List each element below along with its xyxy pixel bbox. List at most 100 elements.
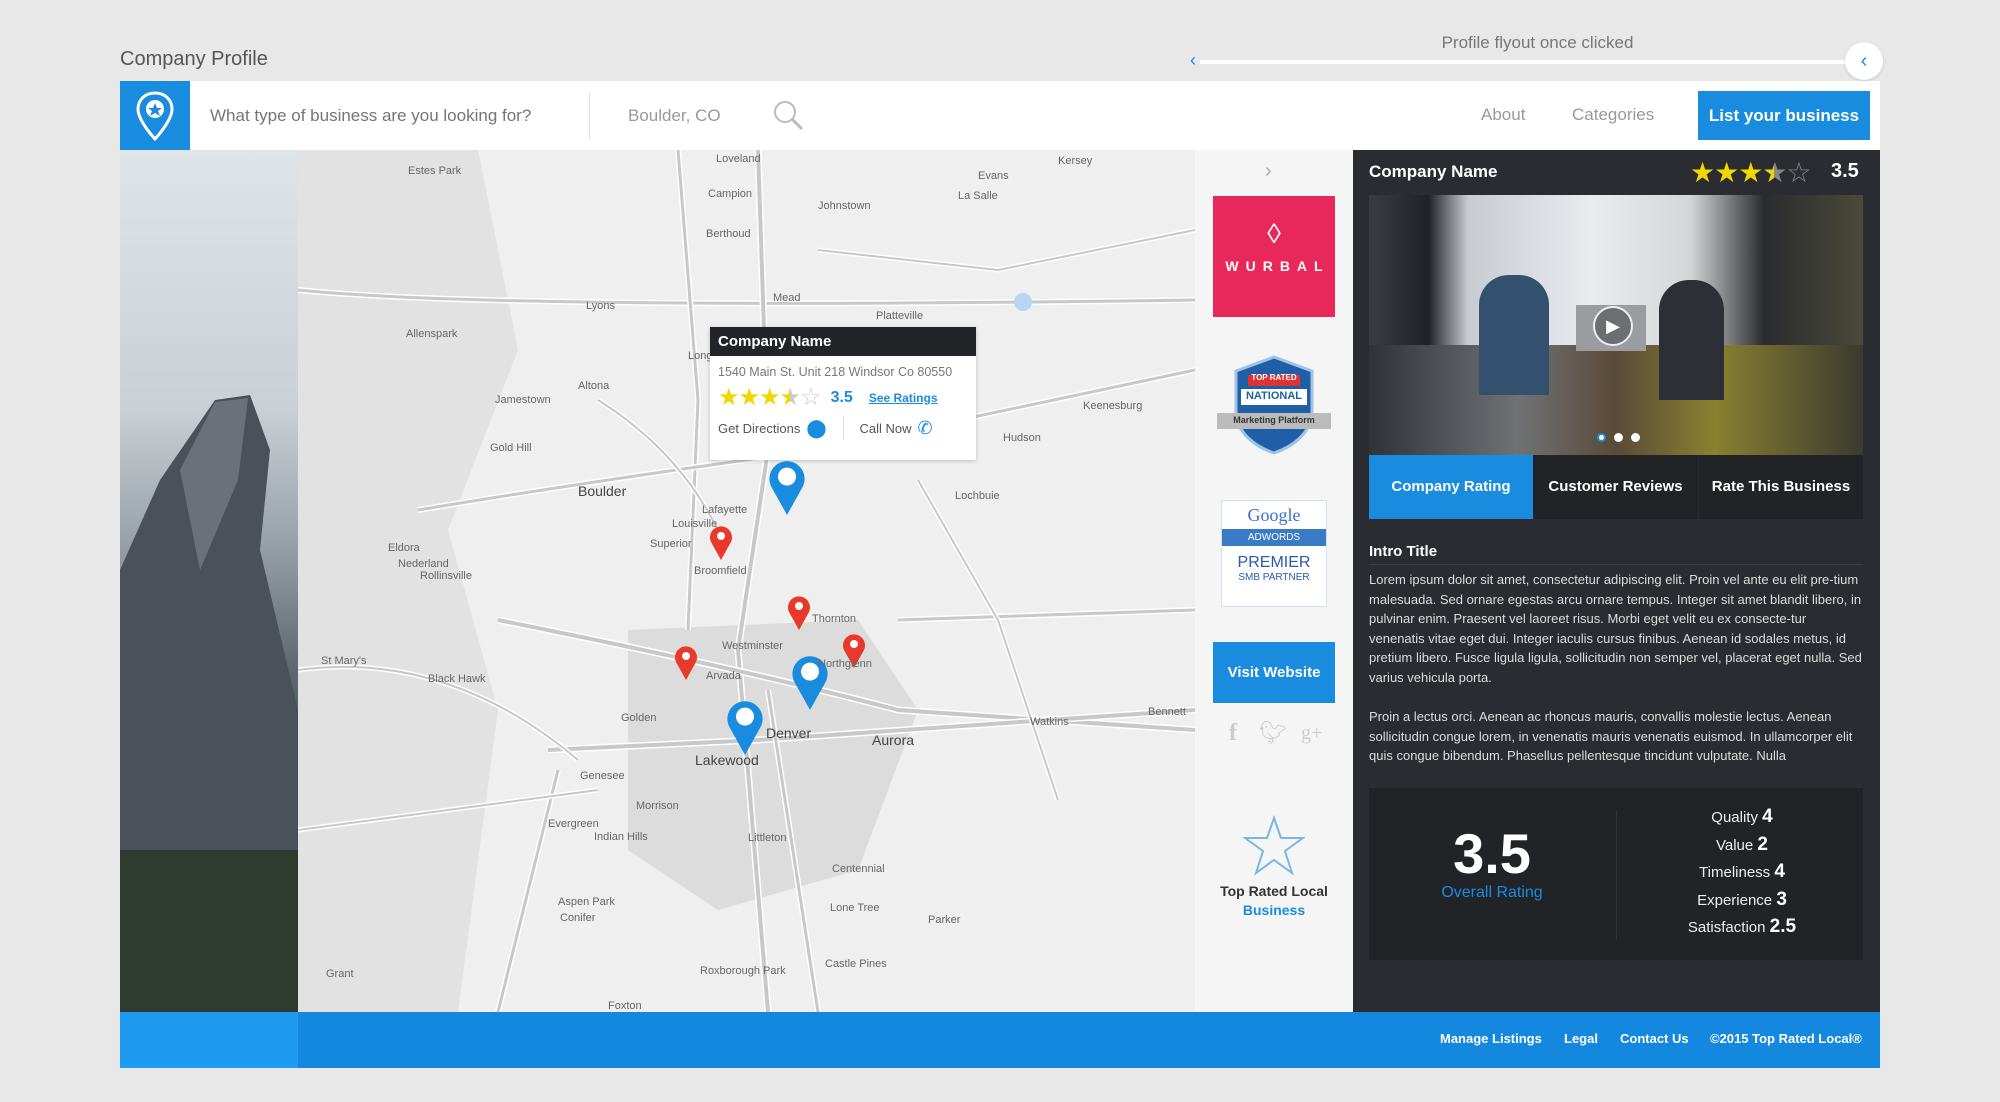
nav-categories[interactable]: Categories (1572, 105, 1654, 125)
map-pin-icon: ⬤ (806, 417, 827, 438)
get-directions-button[interactable]: Get Directions ⬤ (718, 418, 827, 439)
carousel-dot[interactable] (1631, 433, 1640, 442)
tab-company-rating[interactable]: Company Rating (1369, 455, 1533, 519)
rating-row-value: Value 2 (1642, 834, 1842, 862)
play-icon[interactable]: ▶ (1593, 306, 1633, 346)
nav-about[interactable]: About (1481, 105, 1525, 125)
search-icon[interactable] (772, 99, 806, 133)
map-city-label: Rollinsville (420, 570, 472, 582)
map-city-label: Evergreen (548, 818, 599, 830)
footer-accent (120, 1012, 298, 1068)
divider (589, 93, 590, 139)
map-city-label: Broomfield (694, 565, 747, 577)
person-figure (1479, 275, 1549, 395)
rating-label: Experience (1697, 891, 1773, 909)
map-city-label: Genesee (580, 770, 625, 782)
map-city-label: Estes Park (408, 165, 462, 177)
map-city-label: Castle Pines (825, 958, 887, 970)
tab-rate-business[interactable]: Rate This Business (1699, 455, 1863, 519)
mountain-photo (120, 150, 298, 1012)
overall-rating-label: Overall Rating (1441, 884, 1543, 901)
map-city-label: Watkins (1030, 716, 1069, 728)
company-video-carousel[interactable]: ▶ (1369, 195, 1863, 455)
carousel-dot[interactable] (1614, 433, 1623, 442)
map-city-label: Arvada (706, 670, 741, 682)
rating-value: 3.5 (1831, 160, 1859, 182)
company-name: Company Name (1369, 162, 1498, 181)
rating-row-quality: Quality 4 (1642, 806, 1842, 834)
rating-score: 4 (1774, 861, 1785, 882)
rating-row-satisfaction: Satisfaction 2.5 (1642, 916, 1842, 944)
visit-website-button[interactable]: Visit Website (1213, 642, 1335, 703)
map-city-label: Bennett (1148, 706, 1186, 718)
map-city-label: Kersey (1058, 155, 1093, 167)
map-city-label: Lochbuie (955, 490, 1000, 502)
chevron-right-icon[interactable]: › (1265, 160, 1272, 183)
map-city-label: Berthoud (706, 228, 751, 240)
carousel-dots[interactable] (1597, 433, 1640, 442)
header: About Categories List your business (120, 81, 1880, 150)
drop-icon: ◊ (1267, 218, 1281, 249)
map-city-label: Gold Hill (490, 442, 532, 454)
divider (842, 416, 844, 440)
rating-label: Satisfaction (1687, 919, 1766, 936)
intro-paragraph: Proin a lectus orci. Aenean ac rhoncus m… (1369, 709, 1853, 763)
carousel-dot-active[interactable] (1597, 433, 1606, 442)
map-city-label: Lyons (586, 300, 615, 312)
rating-row-experience: Experience 3 (1642, 889, 1842, 917)
map-city-label: Denver (766, 725, 812, 741)
twitter-icon[interactable]: 🐦︎ (1259, 720, 1287, 746)
footer-manage-listings[interactable]: Manage Listings (1440, 1031, 1542, 1046)
map-city-label: Eldora (388, 542, 420, 554)
map-city-label: Hudson (1003, 432, 1041, 444)
phone-icon: ✆ (917, 417, 933, 438)
see-ratings-link[interactable]: See Ratings (869, 391, 938, 405)
google-partner-badge[interactable]: Google ADWORDS PREMIER SMB PARTNER (1221, 500, 1327, 607)
logo[interactable] (120, 81, 190, 150)
rating-score: 3 (1776, 888, 1787, 910)
map-city-label: Aurora (872, 732, 915, 748)
map-city-label: St Mary's (321, 655, 367, 667)
map-city-label: Boulder (578, 483, 627, 499)
profile-flyout: Company Name ★★★★☆ 3.5 ▶ Company Rating … (1353, 150, 1880, 1012)
facebook-icon[interactable]: f (1229, 720, 1237, 747)
map-city-label: Loveland (716, 153, 761, 165)
top-rated-national-badge[interactable]: TOP RATED NATIONAL Marketing Platform (1213, 355, 1335, 455)
footer: Manage Listings Legal Contact Us ©2015 T… (120, 1012, 1880, 1068)
ratings-summary: 3.5 Overall Rating Quality 4 Value 2 Timel… (1369, 788, 1863, 960)
trl-text-line1: Top Rated Local (1220, 883, 1328, 899)
popup-address: 1540 Main St. Unit 218 Windsor Co 80550 (718, 365, 953, 379)
star-rating: ★★★★☆ (1690, 157, 1812, 188)
location-input[interactable] (628, 101, 748, 131)
badge-mid-text: NATIONAL (1245, 390, 1302, 402)
wurbal-logo[interactable]: ◊ WURBAL (1213, 196, 1335, 317)
search-input[interactable] (210, 101, 570, 131)
tab-customer-reviews[interactable]: Customer Reviews (1533, 455, 1698, 519)
flyout-toggle-button[interactable]: ‹ (1845, 42, 1883, 80)
map-city-label: Parker (928, 914, 961, 926)
map-popup: Company Name 1540 Main St. Unit 218 Wind… (710, 327, 976, 460)
map-city-label: Golden (621, 712, 657, 724)
chevron-left-icon: ‹ (1190, 50, 1196, 70)
footer-legal[interactable]: Legal (1564, 1031, 1598, 1046)
map-city-label: Conifer (560, 912, 596, 924)
map-city-label: Westminster (722, 640, 783, 652)
rating-label: Timeliness (1699, 864, 1771, 881)
intro-title: Intro Title (1369, 543, 1438, 560)
map-city-label: Lakewood (695, 752, 759, 768)
rating-score: 2 (1757, 833, 1768, 855)
footer-contact-us[interactable]: Contact Us (1620, 1031, 1689, 1046)
overall-rating-value: 3.5 (1453, 822, 1531, 885)
map-city-label: Campion (708, 188, 753, 200)
divider (1369, 564, 1863, 565)
list-business-button[interactable]: List your business (1698, 91, 1870, 140)
map-city-label: Foxton (608, 1000, 642, 1012)
map-city-label: Jamestown (495, 394, 551, 406)
map-city-label: Roxborough Park (700, 965, 786, 977)
google-plus-icon[interactable]: g+ (1301, 722, 1322, 745)
sponsor-column: › ◊ WURBAL TOP RATED NATIONAL Marketing … (1195, 150, 1353, 1012)
adwords-text: ADWORDS (1222, 529, 1326, 546)
call-now-button[interactable]: Call Now ✆ (860, 418, 933, 439)
annotation-line (1200, 60, 1850, 64)
map[interactable]: Loveland Estes Park Campion Berthoud Johnsto… (298, 150, 1195, 1012)
